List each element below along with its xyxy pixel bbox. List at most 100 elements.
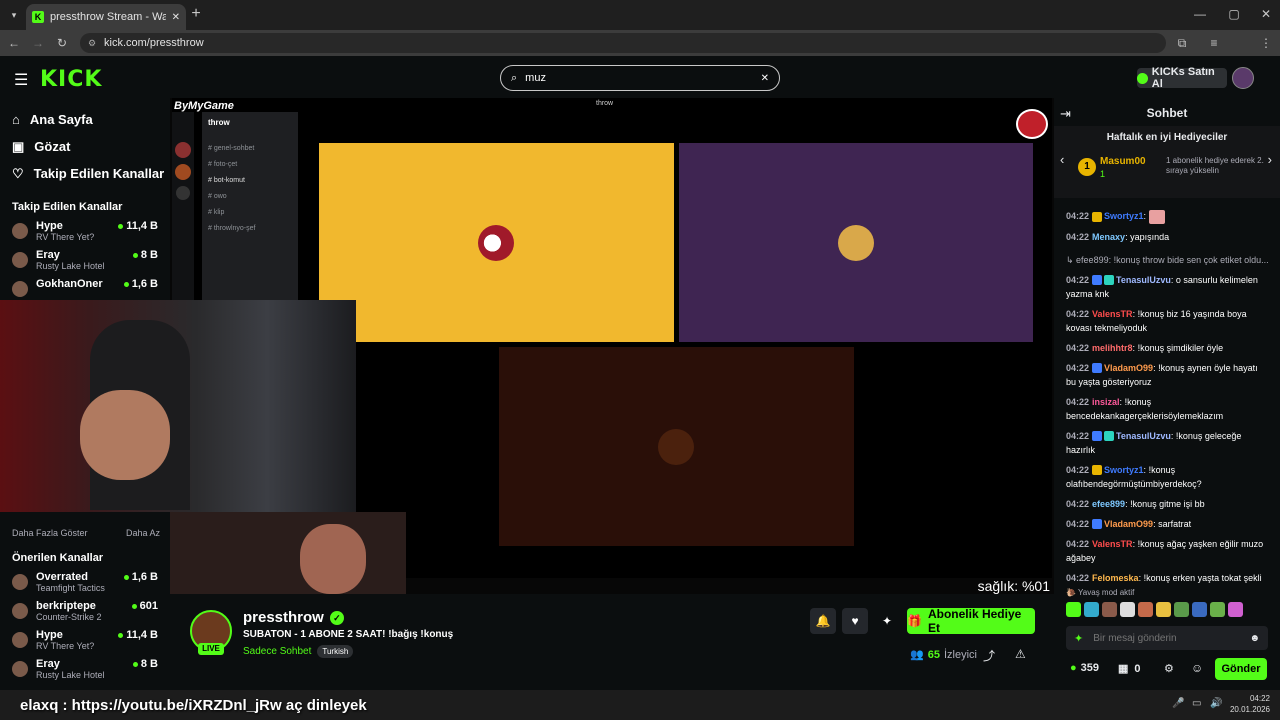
live-badge: LIVE	[198, 643, 224, 655]
recommended-channel-item[interactable]: berkriptepe Counter-Strike 2 601	[0, 597, 170, 626]
recommended-channel-item[interactable]: Hype RV There Yet? 11,4 B	[0, 626, 170, 655]
gift-subscription-button[interactable]: 🎁 Abonelik Hediye Et	[907, 607, 1035, 635]
discord-channel: # genel-sohbet	[208, 145, 255, 152]
viewer-count: 601	[139, 600, 158, 612]
show-less-link[interactable]: Daha Az	[126, 528, 160, 538]
maximize-icon[interactable]: ▢	[1224, 4, 1244, 24]
emote-icon[interactable]	[1228, 602, 1243, 617]
emote-icon[interactable]	[1174, 602, 1189, 617]
clip-icon[interactable]: ✦	[874, 608, 900, 634]
site-info-icon[interactable]: ⚙	[88, 33, 96, 53]
message-user[interactable]: VladamO99	[1104, 363, 1153, 373]
message-user[interactable]: Swortyz1	[1104, 211, 1144, 221]
back-icon[interactable]: ←	[4, 33, 24, 53]
channel-name-heading[interactable]: pressthrow	[243, 609, 324, 626]
user-avatar[interactable]	[1232, 67, 1254, 89]
volume-icon[interactable]: 🔊	[1210, 698, 1222, 709]
media-icon[interactable]: ≡	[1204, 33, 1224, 53]
browse-icon: ▣	[12, 138, 25, 154]
emote-icon[interactable]	[1084, 602, 1099, 617]
top-gifter-name: Masum00	[1100, 156, 1146, 167]
message-user[interactable]: Menaxy	[1092, 232, 1125, 242]
browser-tab[interactable]: K pressthrow Stream - Watch Liv ✕	[26, 4, 186, 30]
reload-icon[interactable]: ↻	[52, 33, 72, 53]
message-user[interactable]: ValensTR	[1092, 309, 1133, 319]
settings-gear-icon[interactable]: ⚙	[1164, 662, 1174, 675]
message-user[interactable]: ValensTR	[1092, 539, 1133, 549]
recommended-channel-item[interactable]: Overrated Teamfight Tactics 1,6 B	[0, 568, 170, 597]
close-tab-icon[interactable]: ✕	[172, 12, 180, 23]
emote-icon[interactable]	[1102, 602, 1117, 617]
network-icon[interactable]: ▭	[1192, 698, 1201, 709]
minimize-icon[interactable]: —	[1190, 4, 1210, 24]
recommended-channel-item[interactable]: Eray Rusty Lake Hotel 8 B	[0, 655, 170, 684]
search-box[interactable]: ⌕ ✕	[500, 65, 780, 91]
reply-text: efee899: !konuş throw bide sen çok etike…	[1076, 254, 1269, 265]
emote-menu-icon[interactable]: ☺	[1191, 661, 1203, 675]
menu-kebab-icon[interactable]: ⋮	[1256, 33, 1276, 53]
followed-channel-item[interactable]: Hype RV There Yet? 11,4 B	[0, 217, 170, 246]
slow-mode-notice: 🐌 Yavaş mod aktif	[1066, 588, 1134, 597]
follow-heart-icon[interactable]: ♥	[842, 608, 868, 634]
chat-message: 04:22 insizal: !konuş bencedekankagerçekl…	[1066, 396, 1224, 421]
reply-preview[interactable]: ↳ efee899: !konuş throw bide sen çok eti…	[1054, 247, 1280, 270]
message-text: sarfatrat	[1158, 518, 1192, 529]
channel-name: GokhanOner	[36, 278, 103, 290]
channel-avatar	[12, 281, 28, 297]
mic-icon[interactable]: 🎤	[1172, 698, 1184, 709]
message-user[interactable]: insizal	[1092, 397, 1120, 407]
clear-search-icon[interactable]: ✕	[761, 73, 769, 84]
emote-icon[interactable]	[1120, 602, 1135, 617]
viewer-count-label: İzleyici	[943, 648, 977, 661]
message-user[interactable]: TenasulUzvu	[1116, 431, 1171, 441]
clock-time: 04:22	[1249, 694, 1270, 703]
emote-icon[interactable]	[1138, 602, 1153, 617]
emote-icon[interactable]	[1192, 602, 1207, 617]
category-link[interactable]: Sadece Sohbet	[243, 646, 311, 657]
store-count[interactable]: 0	[1134, 663, 1140, 675]
notification-bell-icon[interactable]: 🔔	[810, 608, 836, 634]
top-gifters-panel: Haftalık en iyi Hediyeciler ‹ › 1 Masum0…	[1054, 126, 1280, 198]
nav-following[interactable]: ♡ Takip Edilen Kanallar	[0, 160, 170, 187]
nav-home[interactable]: ⌂ Ana Sayfa	[0, 106, 170, 133]
chat-message: 04:22 TenasulUzvu: !konuş geleceğe hazırl…	[1066, 430, 1242, 455]
message-time: 04:22	[1066, 572, 1090, 583]
kick-logo[interactable]: KICK	[40, 67, 102, 92]
nav-browse[interactable]: ▣ Gözat	[0, 133, 170, 160]
url-field[interactable]: ⚙ kick.com/pressthrow	[80, 33, 1166, 53]
message-user[interactable]: efee899	[1092, 499, 1125, 509]
chat-message-input[interactable]	[1093, 632, 1240, 644]
buy-kicks-button[interactable]: KICKs Satın Al	[1137, 66, 1227, 90]
discord-channel-name: klip	[213, 209, 225, 216]
forward-icon[interactable]: →	[28, 33, 48, 53]
extensions-icon[interactable]: ⧉	[1172, 33, 1192, 53]
report-warning-icon[interactable]: ⚠	[1015, 647, 1026, 661]
show-more-link[interactable]: Daha Fazla Göster	[12, 528, 88, 538]
share-icon[interactable]: ⤴	[983, 647, 995, 664]
clock[interactable]: 04:22 20.01.2026	[1226, 693, 1270, 715]
message-time: 04:22	[1066, 464, 1090, 475]
message-user[interactable]: melihhtr8	[1092, 343, 1133, 353]
message-user[interactable]: Swortyz1	[1104, 465, 1144, 475]
emoji-picker-icon[interactable]: ☻	[1249, 633, 1260, 644]
send-button[interactable]: Gönder	[1215, 658, 1267, 680]
close-window-icon[interactable]: ✕	[1256, 4, 1276, 24]
tab-list-icon[interactable]: ▾	[6, 7, 22, 23]
emote-icon[interactable]	[1210, 602, 1225, 617]
sub-badge-icon	[1092, 431, 1103, 442]
followed-channel-item[interactable]: Eray Rusty Lake Hotel 8 B	[0, 246, 170, 275]
message-user[interactable]: Felomeska	[1092, 573, 1139, 583]
points-value[interactable]: 359	[1081, 662, 1099, 674]
message-user[interactable]: VladamO99	[1104, 519, 1153, 529]
new-tab-icon[interactable]: +	[186, 4, 206, 24]
search-input[interactable]	[525, 72, 753, 84]
emote-icon[interactable]	[1066, 602, 1081, 617]
emote-icon[interactable]	[1156, 602, 1171, 617]
prev-arrow-icon[interactable]: ‹	[1060, 152, 1064, 167]
hamburger-menu-icon[interactable]: ☰	[14, 70, 28, 90]
crown-badge-icon	[1092, 465, 1103, 476]
chat-message: 04:22 ValensTR: !konuş ağaç yaşken eğilir…	[1066, 538, 1264, 563]
language-tag[interactable]: Turkish	[317, 645, 354, 658]
chat-input-box[interactable]: ✦ ☻	[1066, 626, 1268, 650]
message-user[interactable]: TenasulUzvu	[1116, 275, 1171, 285]
